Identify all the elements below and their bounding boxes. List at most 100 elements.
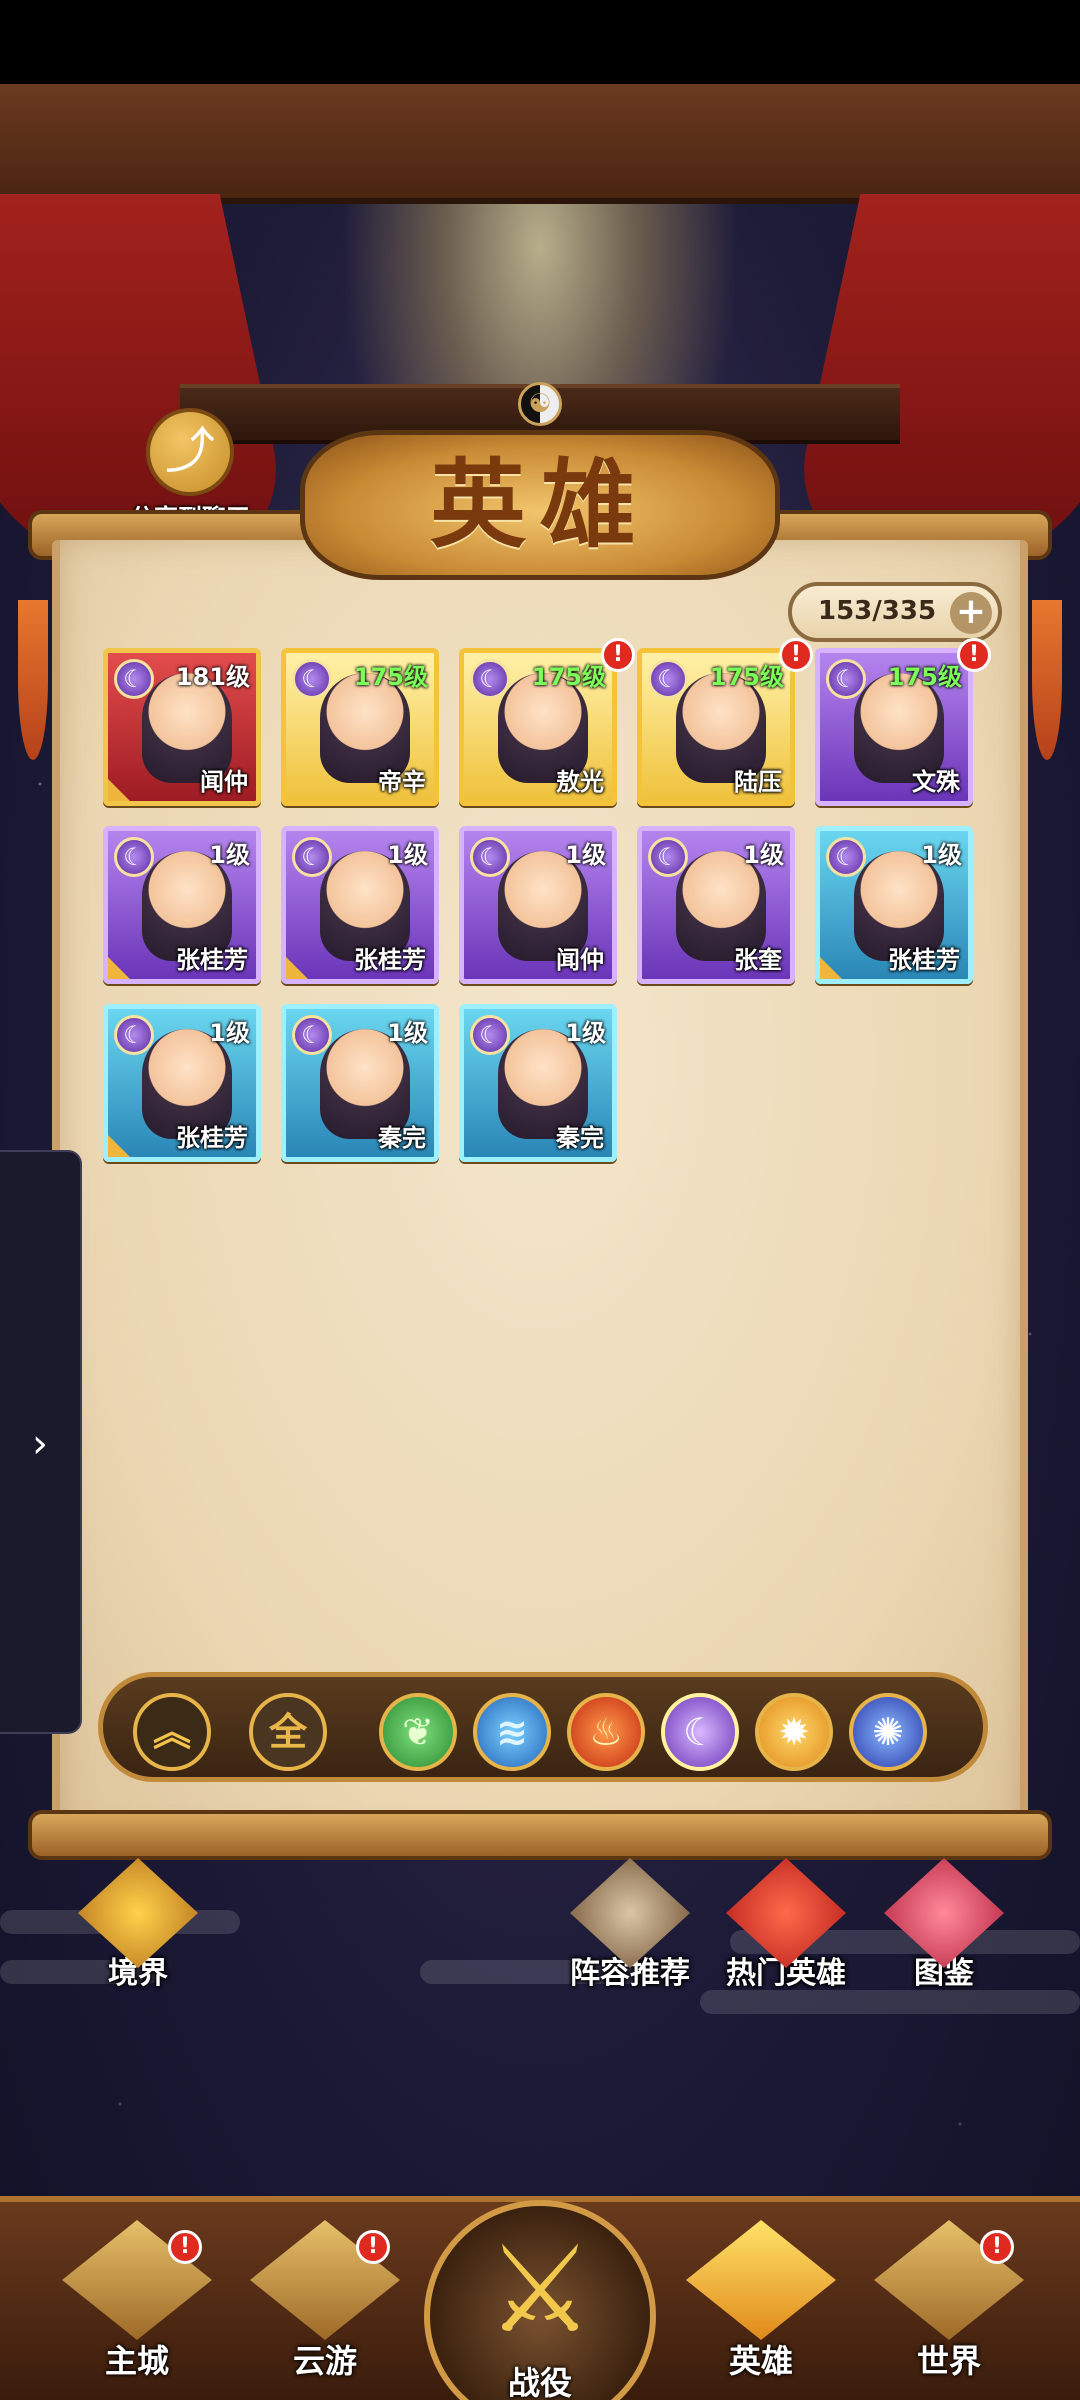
filter-all-button[interactable]: 全 [249,1693,327,1771]
chevron-up-double-icon: ︽ [152,1710,191,1754]
hero-card[interactable]: ☾ 1级 张桂芳 [103,1004,261,1162]
alert-badge: ! [980,2230,1014,2264]
hero-helmet-icon [686,2220,836,2340]
hero-card[interactable]: ☾ 1级 秦完 [281,1004,439,1162]
hero-name: 张桂芳 [354,946,426,974]
hero-level: 1级 [565,1019,606,1047]
hero-card[interactable]: ☾ 181级 闻仲 [103,648,261,806]
rank-corner [286,957,308,979]
element-filter-bar: ︽ 全 ❦ ≋ ♨ ☾ ✹ ✺ [98,1672,988,1782]
codex-button[interactable]: 图鉴 [864,1858,1024,1992]
nav-label: 战役 [507,2364,572,2400]
hero-level: 1级 [209,841,250,869]
rank-corner [108,779,130,801]
moon-element-icon: ☾ [470,659,510,699]
yin-yang-icon: ☯ [518,382,562,426]
share-icon: ⤴ [146,408,234,496]
hero-name: 张桂芳 [888,946,960,974]
hero-card[interactable]: ☾ 175级 陆压 [637,648,795,806]
alert-badge: ! [779,638,813,672]
hero-name: 文殊 [912,768,960,796]
hero-card[interactable]: ☾ 175级 文殊 [815,648,973,806]
hero-level: 175级 [353,663,428,691]
moon-element-icon: ☾ [826,659,866,699]
alert-badge: ! [601,638,635,672]
sort-toggle-button[interactable]: ︽ [133,1693,211,1771]
hero-card[interactable]: ☾ 175级 帝辛 [281,648,439,806]
page-title-plate: 英雄 [300,430,780,580]
nav-label: 主城 [104,2342,169,2380]
moon-element-icon: ☾ [114,659,154,699]
hero-name: 帝辛 [378,768,426,796]
popular-heroes-button[interactable]: 热门英雄 [706,1858,866,1992]
hero-level: 1级 [565,841,606,869]
moon-element-icon: ☾ [648,837,688,877]
water-element-icon[interactable]: ≋ [473,1693,551,1771]
hero-name: 秦完 [378,1124,426,1152]
hero-level: 1级 [921,841,962,869]
side-panel-toggle[interactable]: › [0,1150,82,1734]
hero-name: 张奎 [734,946,782,974]
hero-name: 闻仲 [200,768,248,796]
hero-level: 175级 [887,663,962,691]
hero-level: 175级 [709,663,784,691]
nav-label: 世界 [916,2342,981,2380]
chevron-right-icon: › [32,1421,48,1467]
moon-element-icon: ☾ [470,1015,510,1055]
hero-level: 1级 [209,1019,250,1047]
nav-label: 英雄 [728,2342,793,2380]
moon-element-icon: ☾ [292,837,332,877]
hero-card[interactable]: ☾ 1级 秦完 [459,1004,617,1162]
moon-element-icon: ☾ [114,837,154,877]
moon-element-icon: ☾ [114,1015,154,1055]
fire-element-icon[interactable]: ♨ [567,1693,645,1771]
hero-card[interactable]: ☾ 1级 张桂芳 [815,826,973,984]
hero-name: 陆压 [734,768,782,796]
moon-element-icon: ☾ [292,1015,332,1055]
filter-all-label: 全 [268,1710,307,1754]
hero-name: 张桂芳 [176,946,248,974]
lineup-recommend-button[interactable]: 阵容推荐 [550,1858,710,1992]
hero-card[interactable]: ☾ 1级 张桂芳 [103,826,261,984]
page-title: 英雄 [430,448,650,561]
vortex-element-icon[interactable]: ✺ [849,1693,927,1771]
alert-badge: ! [356,2230,390,2264]
hero-level: 1级 [387,841,428,869]
moon-element-icon: ☾ [470,837,510,877]
moon-element-icon: ☾ [826,837,866,877]
alert-badge: ! [957,638,991,672]
rank-corner [108,957,130,979]
scroll-bottom-rod [28,1810,1052,1860]
add-capacity-button[interactable]: + [950,592,992,634]
hero-name: 秦完 [556,1124,604,1152]
nav-label: 云游 [292,2342,357,2380]
alert-badge: ! [168,2230,202,2264]
hero-level: 181级 [175,663,250,691]
moon-element-icon[interactable]: ☾ [661,1693,739,1771]
hero-card[interactable]: ☾ 175级 敖光 [459,648,617,806]
sun-element-icon[interactable]: ✹ [755,1693,833,1771]
realm-button[interactable]: 境界 [58,1858,218,1992]
hero-count-bar: 153/335 + [788,582,1002,642]
hero-card[interactable]: ☾ 1级 张奎 [637,826,795,984]
temple-roof [0,84,1080,204]
hero-level: 1级 [743,841,784,869]
hero-card[interactable]: ☾ 1级 闻仲 [459,826,617,984]
cloud-decoration [700,1990,1080,2014]
hero-name: 张桂芳 [176,1124,248,1152]
rank-corner [108,1135,130,1157]
hero-level: 1级 [387,1019,428,1047]
hero-level: 175级 [531,663,606,691]
moon-element-icon: ☾ [292,659,332,699]
left-tassel [18,600,48,760]
nav-heroes[interactable]: 英雄 [676,2220,846,2400]
hero-name: 闻仲 [556,946,604,974]
hero-name: 敖光 [556,768,604,796]
crossed-swords-icon: ⚔ [486,2221,594,2360]
moon-element-icon: ☾ [648,659,688,699]
hero-card[interactable]: ☾ 1级 张桂芳 [281,826,439,984]
hero-count: 153/335 [818,596,937,626]
nav-battle[interactable]: ⚔ 战役 [424,2200,656,2400]
wood-element-icon[interactable]: ❦ [379,1693,457,1771]
rank-corner [820,957,842,979]
